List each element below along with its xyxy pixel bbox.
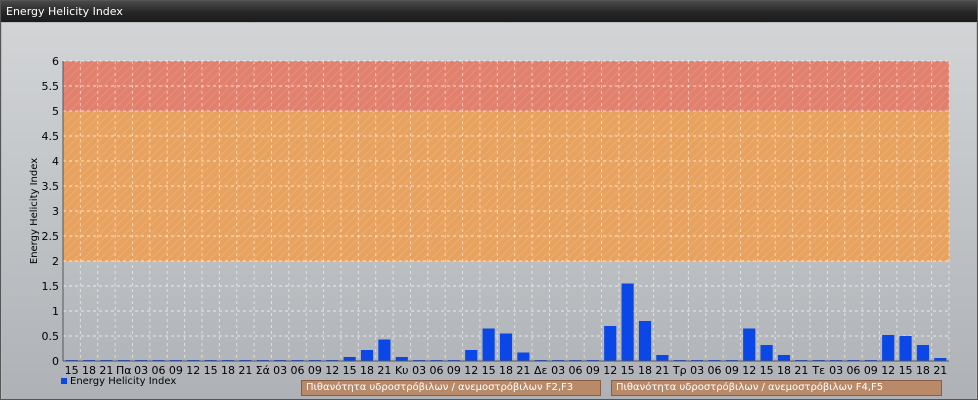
y-tick-label: 3	[52, 205, 59, 218]
y-tick-label: 1	[52, 305, 59, 318]
bar	[743, 328, 756, 361]
bar	[395, 357, 408, 361]
y-tick-label: 2	[52, 255, 59, 268]
x-tick-label: 06	[707, 364, 721, 377]
y-tick-label: 0	[52, 355, 59, 368]
x-tick-label: 06	[846, 364, 860, 377]
x-tick-label: 18	[499, 364, 513, 377]
x-tick-label: 15	[621, 364, 635, 377]
bar	[465, 350, 478, 361]
x-tick-label: Τε	[811, 364, 825, 377]
legend-label: Energy Helicity Index	[70, 376, 177, 387]
band-label-f2-f3: Πιθανότητα υδροστρόβιλων / ανεμοστρόβιλω…	[301, 380, 601, 396]
y-tick-label: 1.5	[42, 280, 60, 293]
x-tick-label: 12	[742, 364, 756, 377]
x-tick-label: 18	[221, 364, 235, 377]
bar	[777, 355, 791, 361]
legend-swatch	[61, 378, 67, 384]
bar	[499, 333, 513, 361]
x-tick-label: 12	[881, 364, 895, 377]
y-tick-label: 5.5	[42, 80, 60, 93]
x-tick-label: 18	[777, 364, 791, 377]
bar	[621, 283, 634, 361]
bar	[378, 339, 391, 361]
x-tick-label: 09	[447, 364, 461, 377]
bar	[656, 355, 669, 361]
x-tick-label: 15	[899, 364, 913, 377]
x-tick-label: 12	[325, 364, 339, 377]
x-tick-label: 12	[603, 364, 617, 377]
x-tick-label: 09	[725, 364, 739, 377]
chart-window: Energy Helicity Index 0 0.5 1 1.5 2 2.5 3 3.5 4 4…	[0, 0, 978, 400]
bar	[916, 345, 930, 361]
bar	[882, 335, 895, 361]
x-tick-label: 21	[655, 364, 669, 377]
y-axis-label: Energy Helicity Index	[29, 158, 40, 264]
y-tick-label: 6	[52, 55, 59, 68]
x-tick-label: 15	[482, 364, 496, 377]
x-tick-label: 15	[204, 364, 218, 377]
y-tick-label: 0.5	[42, 330, 60, 343]
legend: Energy Helicity Index	[61, 376, 176, 387]
x-tick-label: 09	[864, 364, 878, 377]
x-tick-label: 21	[377, 364, 391, 377]
bar	[482, 328, 495, 361]
x-tick-label: 06	[430, 364, 444, 377]
x-tick-label: Κυ	[395, 364, 409, 377]
x-tick-label: 15	[760, 364, 774, 377]
x-tick-label: 03	[551, 364, 565, 377]
x-tick-label: 21	[516, 364, 530, 377]
x-tick-label: 06	[291, 364, 305, 377]
x-tick-label: 06	[568, 364, 582, 377]
x-tick-label: Σά	[256, 364, 270, 377]
x-tick-label: 18	[916, 364, 930, 377]
x-tick-label: 15	[343, 364, 357, 377]
x-tick-label: 03	[412, 364, 426, 377]
x-tick-label: 09	[308, 364, 322, 377]
bar	[899, 336, 912, 361]
x-tick-label: Τρ	[672, 364, 687, 377]
x-tick-label: Δε	[534, 364, 548, 377]
x-tick-label: 03	[273, 364, 287, 377]
bar	[343, 357, 356, 361]
x-tick-label: 18	[638, 364, 652, 377]
y-tick-label: 2.5	[42, 230, 60, 243]
x-tick-label: 12	[186, 364, 200, 377]
x-tick-label: 21	[933, 364, 947, 377]
x-tick-label: 21	[794, 364, 808, 377]
bar	[517, 352, 530, 361]
x-tick-label: 03	[829, 364, 843, 377]
bar	[638, 321, 652, 361]
band-label-f4-f5: Πιθανότητα υδροστρόβιλων / ανεμοστρόβιλω…	[611, 380, 942, 396]
y-tick-label: 5	[52, 105, 59, 118]
bar	[604, 326, 617, 361]
bar	[360, 350, 374, 361]
bar	[760, 345, 773, 361]
x-tick-label: 12	[464, 364, 478, 377]
ehi-chart: 00.511.522.533.544.555.5615 18 21 Πα 03 06 09 1…	[29, 55, 950, 377]
x-tick-label: 09	[586, 364, 600, 377]
y-tick-label: 3.5	[42, 180, 60, 193]
y-tick-label: 4.5	[42, 130, 60, 143]
x-tick-label: 18	[360, 364, 374, 377]
x-tick-label: 21	[238, 364, 252, 377]
y-tick-label: 4	[52, 155, 59, 168]
x-tick-label: 03	[690, 364, 704, 377]
